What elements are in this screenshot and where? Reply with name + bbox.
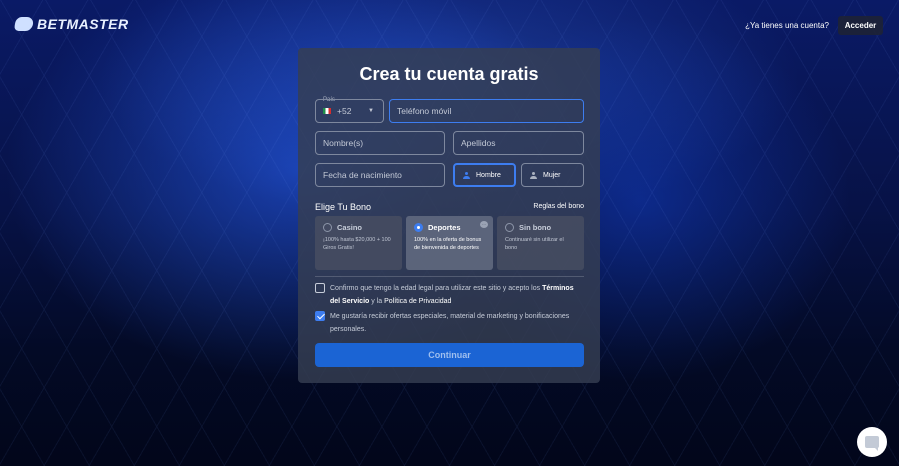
gender-female-label: Mujer [543, 171, 561, 179]
signup-card: Crea tu cuenta gratis País +52 ▼ Teléfon… [298, 48, 600, 383]
radio-icon [414, 223, 423, 232]
radio-icon [505, 223, 514, 232]
legal-consent-checkbox[interactable] [315, 283, 325, 293]
first-name-input[interactable]: Nombre(s) [315, 131, 445, 155]
country-code-select[interactable]: +52 ▼ [315, 99, 384, 123]
bonus-title: Casino [337, 223, 363, 232]
info-icon[interactable]: ··· [480, 221, 488, 228]
bonus-desc: ¡100% hasta $20,000 + 100 Giros Gratis! [323, 237, 391, 251]
last-name-input[interactable]: Apellidos [453, 131, 584, 155]
bonus-rules-link[interactable]: Reglas del bono [533, 203, 584, 210]
bonus-option-head: Casino [323, 223, 394, 232]
birthdate-input[interactable]: Fecha de nacimiento [315, 163, 445, 187]
bonus-option-head: Sin bono [505, 223, 576, 232]
bonus-title: Sin bono [519, 223, 552, 232]
bonus-section-title: Elige Tu Bono [315, 202, 372, 212]
legal-consent-text: Confirmo que tengo la edad legal para ut… [330, 282, 584, 308]
privacy-link[interactable]: Política de Privacidad [384, 298, 451, 305]
legal-text-2: y la [371, 298, 383, 305]
person-icon [530, 171, 537, 179]
phone-input[interactable]: Teléfono móvil [389, 99, 584, 123]
page-title: Crea tu cuenta gratis [359, 64, 539, 84]
login-button[interactable]: Acceder [838, 16, 883, 35]
first-name-placeholder: Nombre(s) [323, 138, 364, 148]
header-actions: ¿Ya tienes una cuenta? Acceder [745, 16, 883, 35]
bonus-option-sports[interactable]: ··· Deportes 100% en la oferta de bonus … [406, 216, 493, 270]
gender-male-button[interactable]: Hombre [453, 163, 516, 187]
person-icon [463, 171, 470, 179]
betmaster-logo-icon [13, 17, 35, 31]
bonus-desc: Continuaré sin utilizar el bono [505, 237, 564, 251]
chat-button[interactable] [857, 427, 887, 457]
have-account-text: ¿Ya tienes una cuenta? [745, 21, 829, 30]
marketing-consent-checkbox[interactable] [315, 311, 325, 321]
chevron-down-icon: ▼ [368, 108, 374, 114]
last-name-placeholder: Apellidos [461, 138, 496, 148]
bonus-option-head: Deportes [414, 223, 485, 232]
marketing-consent-row: Me gustaría recibir ofertas especiales, … [315, 310, 584, 336]
legal-text-1: Confirmo que tengo la edad legal para ut… [330, 285, 541, 292]
gender-male-label: Hombre [476, 171, 501, 179]
bonus-title: Deportes [428, 223, 461, 232]
radio-icon [323, 223, 332, 232]
bonus-desc: 100% en la oferta de bonus de bienvenida… [414, 237, 482, 251]
bonus-option-casino[interactable]: Casino ¡100% hasta $20,000 + 100 Giros G… [315, 216, 402, 270]
continue-button[interactable]: Continuar [315, 343, 584, 367]
logo-text: BETMASTER [37, 16, 129, 32]
marketing-consent-text: Me gustaría recibir ofertas especiales, … [330, 313, 570, 333]
gender-female-button[interactable]: Mujer [521, 163, 584, 187]
legal-consent-row: Confirmo que tengo la edad legal para ut… [315, 282, 584, 308]
bonus-option-none[interactable]: Sin bono Continuaré sin utilizar el bono [497, 216, 584, 270]
logo[interactable]: BETMASTER [13, 16, 129, 32]
phone-placeholder: Teléfono móvil [397, 106, 452, 116]
birthdate-placeholder: Fecha de nacimiento [323, 170, 402, 180]
mexico-flag-icon [323, 108, 331, 114]
country-code-value: +52 [337, 106, 352, 116]
divider [315, 276, 584, 277]
chat-icon [865, 436, 879, 451]
